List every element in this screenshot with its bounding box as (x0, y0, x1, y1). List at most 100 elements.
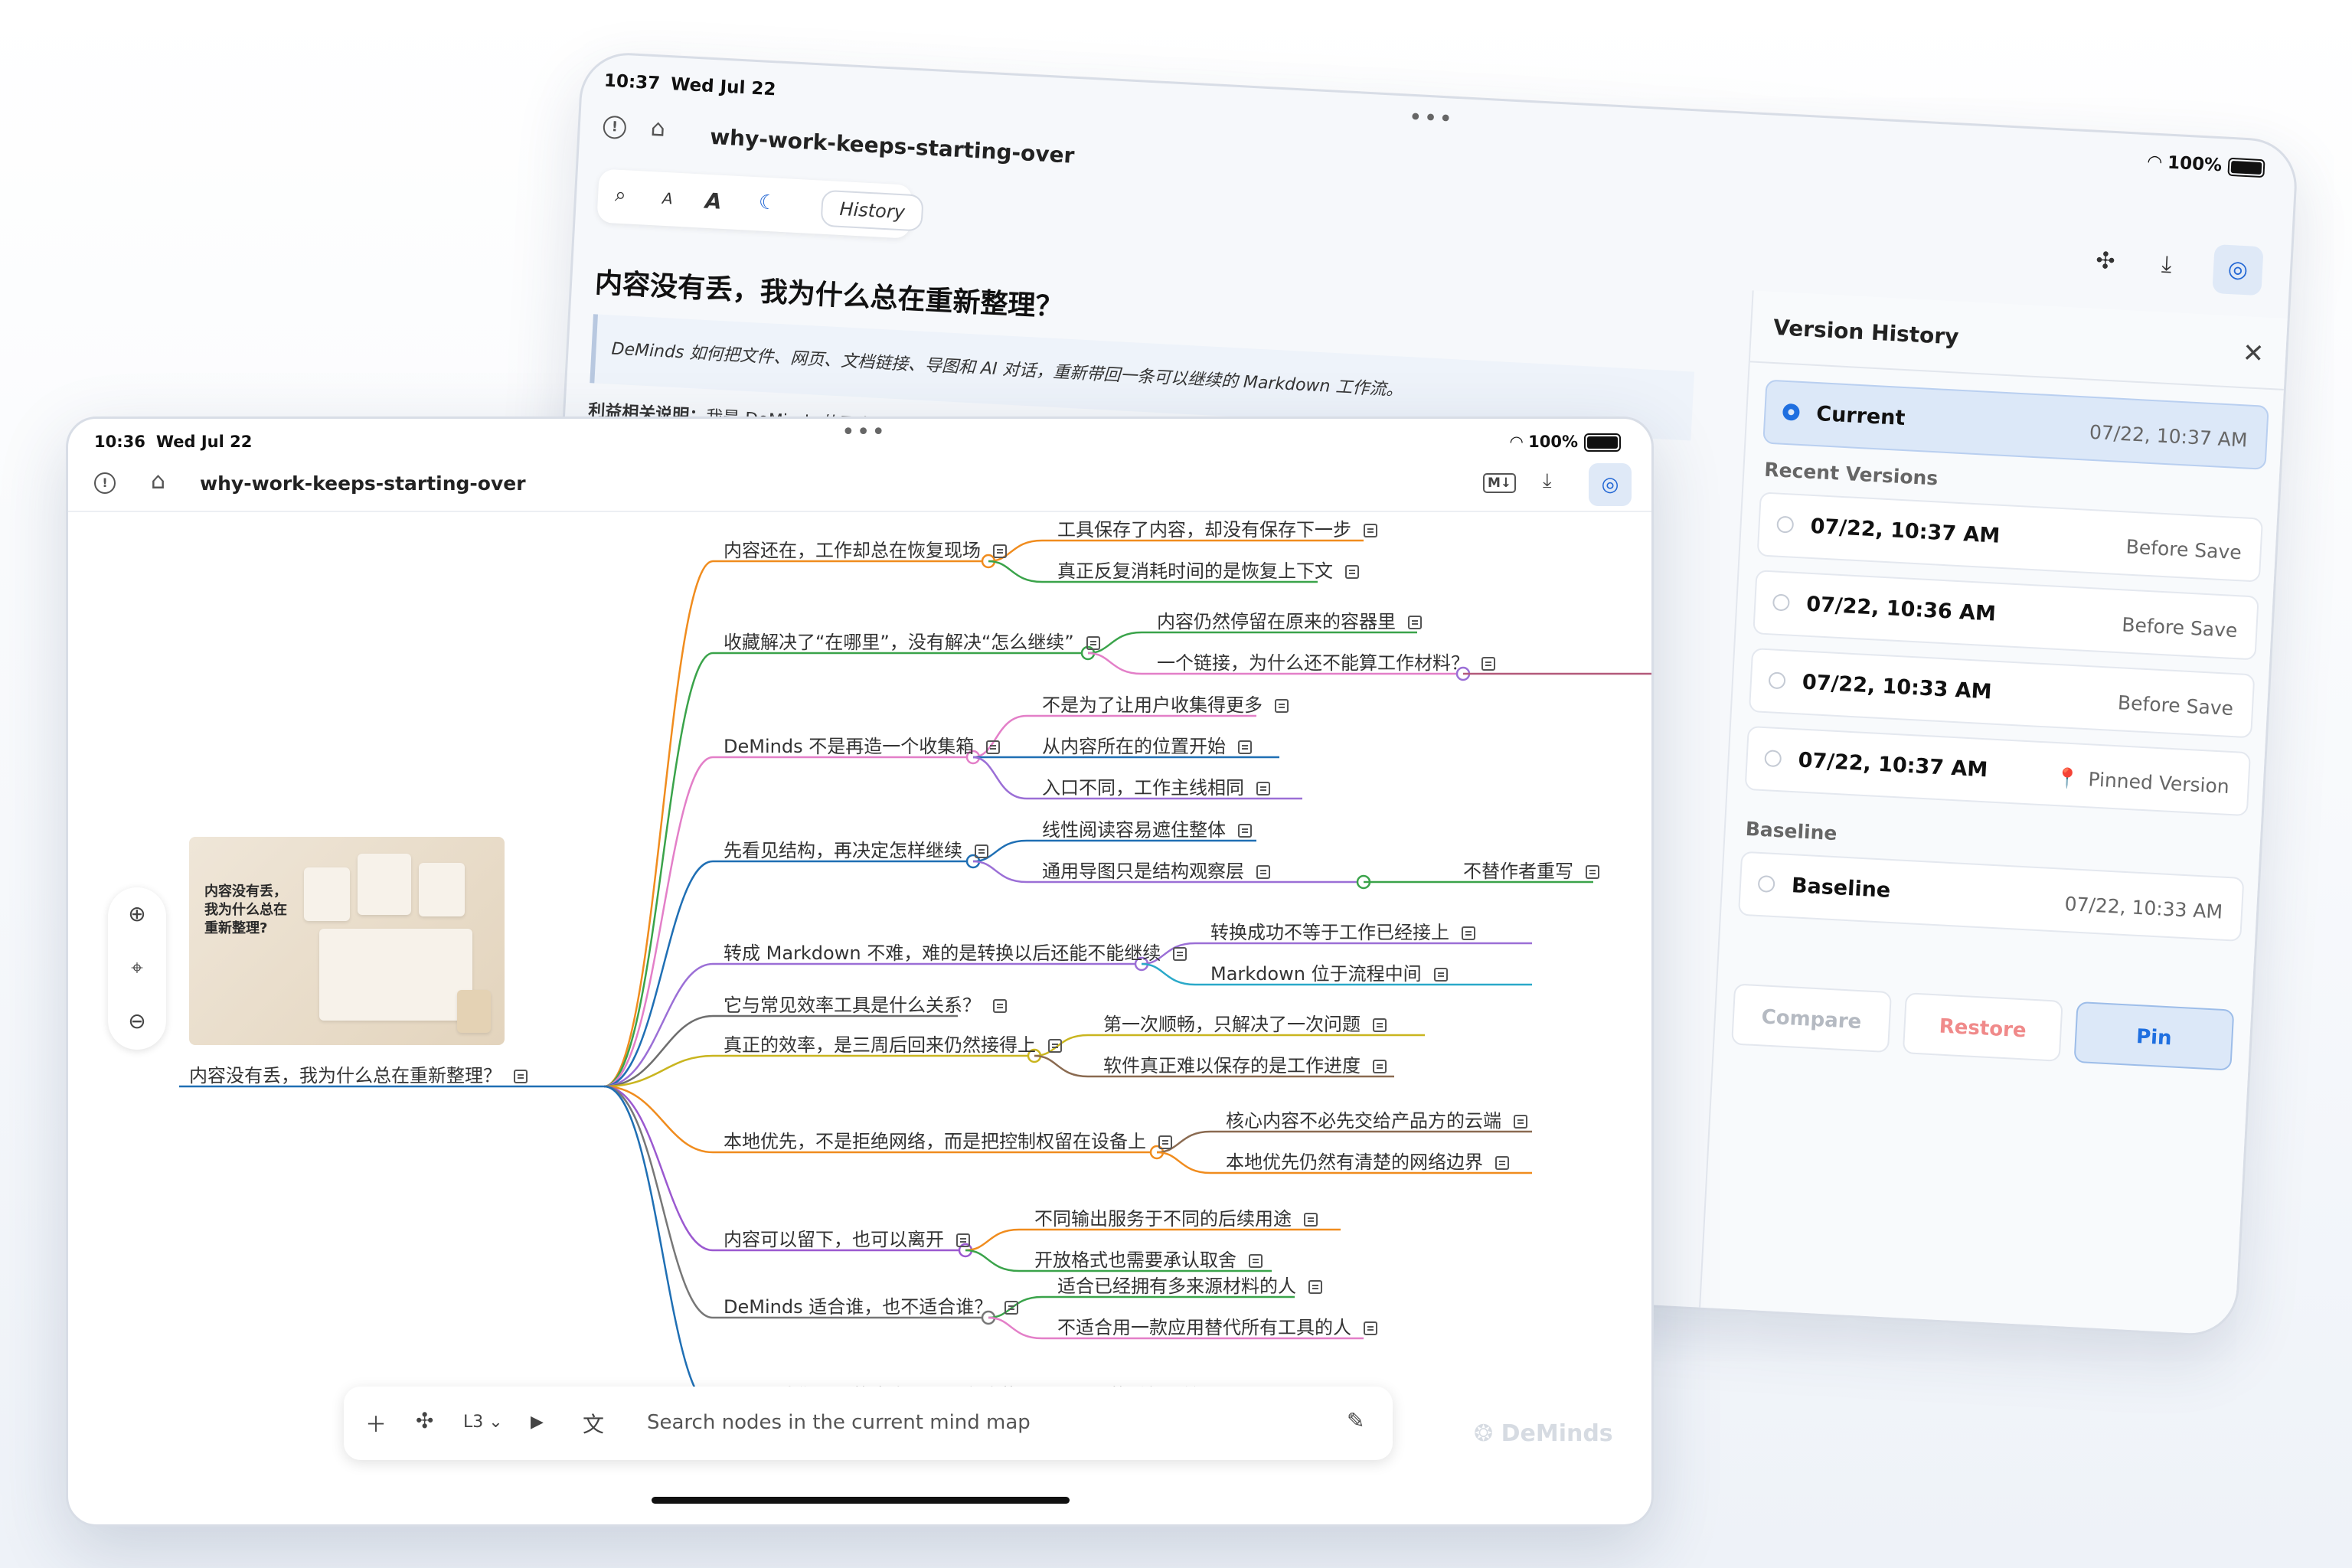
branch-node[interactable]: 它与常见效率工具是什么关系？ (724, 990, 1007, 1017)
note-icon[interactable] (1173, 947, 1187, 961)
note-icon[interactable] (1249, 1254, 1263, 1268)
window-handle-dots[interactable]: ••• (1408, 104, 1455, 133)
version-current[interactable]: Current 07/22, 10:37 AM (1762, 379, 2269, 470)
child-node[interactable]: 内容仍然停留在原来的容器里 (1157, 606, 1422, 633)
search-input[interactable]: Search nodes in the current mind map (647, 1411, 1031, 1434)
globe-icon[interactable]: ◎ (2212, 243, 2264, 296)
child-node[interactable]: 线性阅读容易遮住整体 (1042, 815, 1252, 841)
note-icon[interactable] (1275, 699, 1289, 713)
brand-logo: ❂ DeMinds (1474, 1420, 1613, 1447)
note-icon[interactable] (1256, 782, 1270, 795)
translate-icon[interactable]: 文 (583, 1408, 604, 1439)
version-baseline[interactable]: Baseline 07/22, 10:33 AM (1737, 851, 2245, 942)
play-icon[interactable]: ▶ (531, 1413, 544, 1432)
child-node[interactable]: 通用导图只是结构观察层 (1042, 856, 1270, 883)
info-icon[interactable]: ! (603, 115, 627, 140)
child-node[interactable]: 从内容所在的位置开始 (1042, 731, 1252, 758)
close-icon[interactable]: ✕ (2242, 338, 2265, 369)
child-node[interactable]: 开放格式也需要承认取舍 (1034, 1245, 1263, 1272)
root-node[interactable]: 内容没有丢，我为什么总在重新整理？ (189, 1060, 528, 1087)
note-icon[interactable] (1238, 824, 1252, 838)
branch-node[interactable]: 转成 Markdown 不难，难的是转换以后还能不能继续 (724, 938, 1187, 965)
home-icon[interactable]: ⌂ (650, 115, 666, 142)
note-icon[interactable] (1514, 1115, 1527, 1129)
note-icon[interactable] (993, 999, 1007, 1013)
grandchild-node[interactable]: 不替作者重写 (1463, 856, 1599, 883)
mindmap-icon[interactable]: ✣ (2095, 247, 2115, 275)
version-item[interactable]: 07/22, 10:36 AM Before Save (1753, 570, 2259, 661)
note-icon[interactable] (1481, 657, 1495, 671)
note-icon[interactable] (1304, 1213, 1318, 1227)
note-icon[interactable] (1238, 740, 1252, 754)
version-tag: 📍 Pinned Version (2054, 766, 2230, 798)
version-item-pinned[interactable]: 07/22, 10:37 AM 📍 Pinned Version (1744, 725, 2252, 817)
compare-button[interactable]: Compare (1731, 983, 1893, 1054)
branch-node[interactable]: 内容还在，工作却总在恢复现场 (724, 535, 1007, 562)
branch-node[interactable]: 本地优先，不是拒绝网络，而是把控制权留在设备上 (724, 1126, 1172, 1153)
note-icon[interactable] (1373, 1018, 1387, 1032)
branch-edge (603, 1054, 1034, 1088)
note-icon[interactable] (1364, 524, 1377, 537)
search-icon[interactable]: ⌕ (614, 184, 626, 208)
version-actions: Compare Restore Pin (1731, 983, 2237, 1073)
branch-node[interactable]: DeMinds 不是再造一个收集箱 (724, 731, 1001, 758)
font-larger-button[interactable]: A (704, 188, 722, 214)
child-node[interactable]: 第一次顺畅，只解决了一次问题 (1103, 1009, 1387, 1036)
mindmap-icon[interactable]: ✣ (416, 1408, 433, 1433)
child-node[interactable]: 转换成功不等于工作已经接上 (1210, 917, 1475, 944)
note-icon[interactable] (1004, 1301, 1019, 1315)
child-node[interactable]: 不同输出服务于不同的后续用途 (1034, 1204, 1318, 1230)
child-node[interactable]: 核心内容不必先交给产品方的云端 (1226, 1106, 1527, 1132)
note-icon[interactable] (1364, 1321, 1377, 1335)
restore-button[interactable]: Restore (1902, 992, 2063, 1062)
note-icon[interactable] (514, 1070, 528, 1083)
note-icon[interactable] (1408, 616, 1422, 629)
child-node[interactable]: 真正反复消耗时间的是恢复上下文 (1057, 556, 1359, 583)
child-node[interactable]: Markdown 位于流程中间 (1210, 959, 1448, 985)
version-item[interactable]: 07/22, 10:37 AM Before Save (1756, 492, 2264, 583)
version-item[interactable]: 07/22, 10:33 AM Before Save (1748, 648, 2256, 739)
branch-node[interactable]: 收藏解决了“在哪里”，没有解决“怎么继续” (724, 627, 1100, 654)
note-icon[interactable] (1586, 865, 1599, 879)
font-smaller-button[interactable]: A (662, 189, 673, 208)
note-icon[interactable] (1433, 968, 1448, 982)
branch-node[interactable]: DeMinds 适合谁，也不适合谁？ (724, 1292, 1019, 1318)
note-icon[interactable] (1308, 1280, 1322, 1294)
pin-button[interactable]: Pin (2073, 1001, 2235, 1071)
note-icon[interactable] (986, 740, 1001, 754)
logo-icon: ❂ (1474, 1420, 1501, 1447)
child-node[interactable]: 不适合用一款应用替代所有工具的人 (1057, 1312, 1377, 1339)
level-selector[interactable]: L3 ⌄ (463, 1413, 503, 1432)
branch-node[interactable]: 先看见结构，再决定怎样继续 (724, 835, 988, 862)
note-icon[interactable] (1048, 1039, 1062, 1053)
add-icon[interactable]: ＋ (365, 1408, 387, 1439)
note-icon[interactable] (956, 1233, 970, 1247)
child-node[interactable]: 适合已经拥有多来源材料的人 (1057, 1271, 1322, 1298)
child-node[interactable]: 工具保存了内容，却没有保存下一步 (1057, 514, 1377, 541)
child-node[interactable]: 本地优先仍然有清楚的网络边界 (1226, 1147, 1509, 1174)
child-node[interactable]: 软件真正难以保存的是工作进度 (1103, 1050, 1387, 1077)
version-name: 07/22, 10:33 AM (1802, 670, 1993, 704)
note-icon[interactable] (1345, 565, 1359, 579)
note-icon[interactable] (975, 844, 988, 858)
note-icon[interactable] (1158, 1135, 1172, 1149)
download-icon[interactable]: ⤓ (2161, 250, 2172, 278)
edit-icon[interactable]: ✎ (1347, 1408, 1364, 1433)
document-heading: 内容没有丢，我为什么总在重新整理？ (594, 267, 1064, 324)
note-icon[interactable] (1256, 865, 1270, 879)
wifi-icon: ◠ (2147, 152, 2168, 173)
child-node[interactable]: 一个链接，为什么还不能算工作材料？ (1157, 648, 1495, 675)
note-icon[interactable] (1373, 1060, 1387, 1073)
note-icon[interactable] (993, 544, 1007, 558)
note-icon[interactable] (1086, 636, 1100, 650)
theme-icon[interactable]: ☾ (758, 191, 777, 214)
branch-node[interactable]: 真正的效率，是三周后回来仍然接得上 (724, 1030, 1062, 1057)
history-button[interactable]: History (820, 189, 925, 232)
note-icon[interactable] (1462, 926, 1475, 940)
note-icon[interactable] (1495, 1156, 1509, 1170)
branch-node[interactable]: 内容可以留下，也可以离开 (724, 1224, 970, 1251)
version-name: Current (1815, 402, 1906, 431)
child-node[interactable]: 入口不同，工作主线相同 (1042, 773, 1270, 799)
child-node[interactable]: 不是为了让用户收集得更多 (1042, 690, 1289, 717)
radio-icon (1768, 671, 1786, 690)
